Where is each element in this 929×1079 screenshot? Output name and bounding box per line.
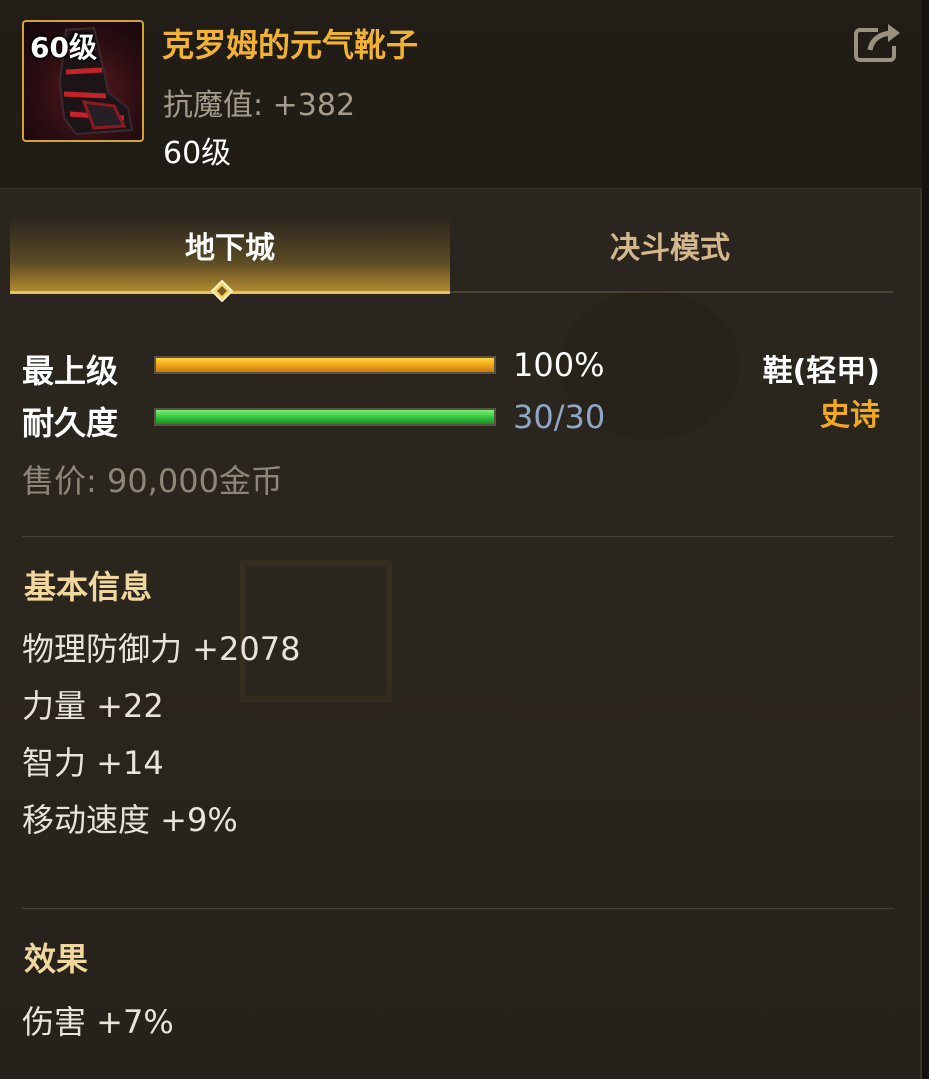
item-level: 60级 (163, 136, 232, 171)
effect-title: 效果 (24, 940, 89, 978)
grade-label: 最上级 (22, 352, 119, 390)
active-tab-diamond-icon (211, 280, 233, 302)
mode-tabs: 地下城 决斗模式 (10, 218, 894, 294)
attribute-line: 物理防御力 +2078 (22, 630, 301, 668)
share-button[interactable] (852, 20, 904, 64)
grade-bar-fill (156, 358, 494, 372)
item-tooltip-panel: 60级 克罗姆的元气靴子 抗魔值: +382 60级 地下城 决斗模式 最上级 … (0, 0, 922, 1079)
attribute-line: 智力 +14 (22, 744, 164, 782)
item-name: 克罗姆的元气靴子 (162, 26, 419, 64)
share-icon (854, 24, 904, 62)
attribute-line: 力量 +22 (22, 687, 164, 725)
sell-price: 售价: 90,000金币 (22, 462, 283, 500)
item-icon[interactable]: 60级 (22, 20, 144, 142)
attribute-line: 移动速度 +9% (22, 801, 238, 839)
divider (22, 536, 894, 537)
durability-bar-fill (156, 410, 494, 424)
magic-resistance: 抗魔值: +382 (163, 88, 356, 123)
grade-value: 100% (513, 346, 605, 384)
basic-info-title: 基本信息 (24, 568, 153, 606)
icon-level-label: 60级 (30, 31, 97, 64)
grade-bar (154, 356, 496, 374)
tab-duel-mode[interactable]: 决斗模式 (450, 218, 890, 291)
rarity-label: 史诗 (820, 398, 880, 433)
divider (22, 908, 894, 909)
item-header: 60级 克罗姆的元气靴子 抗魔值: +382 60级 (0, 0, 922, 189)
durability-label: 耐久度 (22, 404, 119, 442)
effect-line: 伤害 +7% (22, 1003, 174, 1041)
durability-bar (154, 408, 496, 426)
equip-type: 鞋(轻甲) (762, 354, 880, 389)
durability-value: 30/30 (513, 398, 606, 436)
